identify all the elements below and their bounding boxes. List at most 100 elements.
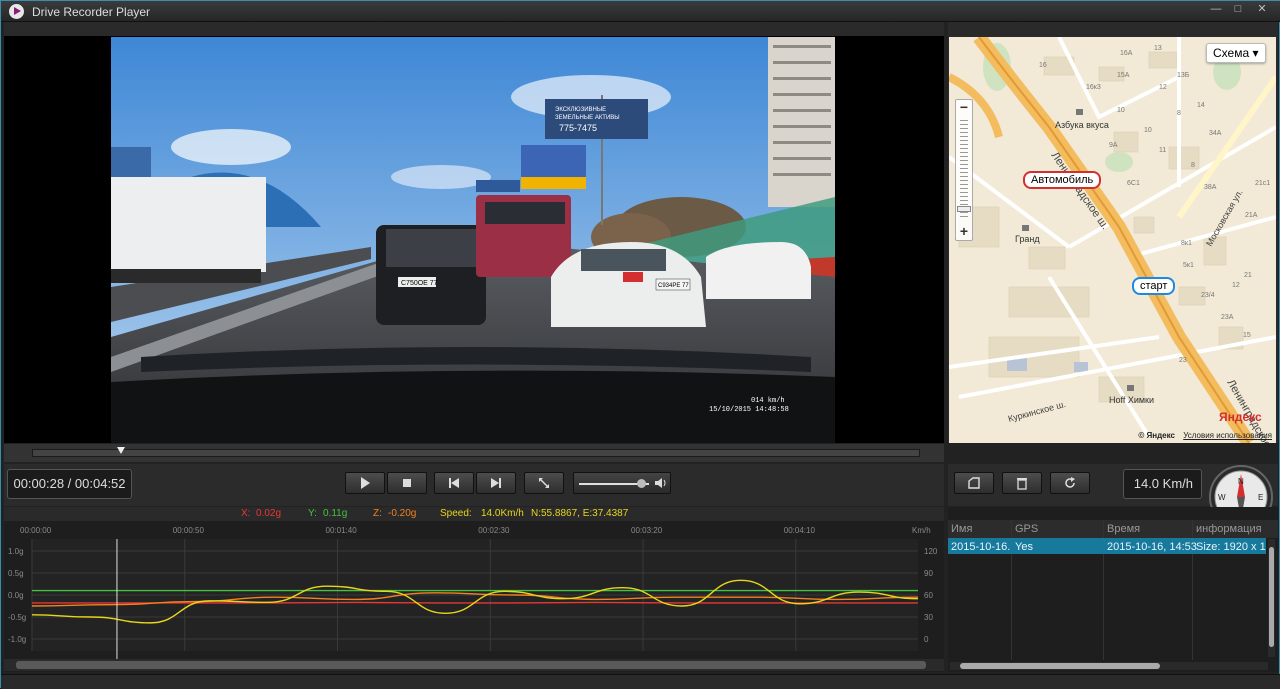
video-panel[interactable]: ЭКСКЛЮЗИВНЫЕ ЗЕМЕЛЬНЫЕ АКТИВЫ 775-7475 С… (4, 22, 944, 443)
speed-value: 14.0Km/h (481, 508, 524, 519)
zoom-knob[interactable] (957, 206, 971, 212)
z-value: -0.20g (388, 508, 416, 519)
previous-button[interactable] (434, 472, 474, 494)
billboard-text-1: ЭКСКЛЮЗИВНЫЕ (555, 107, 606, 113)
house-number: 15А (1117, 72, 1130, 79)
billboard-phone: 775-7475 (559, 123, 597, 133)
prev-icon (447, 476, 461, 490)
file-list-vscroll[interactable] (1268, 539, 1275, 657)
speaker-icon[interactable] (654, 476, 668, 490)
house-number: 34А (1209, 130, 1222, 137)
shop-icon (1076, 109, 1083, 115)
folder-save-icon (967, 476, 981, 490)
map-terms-link[interactable]: Условия использования (1183, 431, 1272, 440)
seek-bar[interactable] (4, 444, 944, 462)
play-button[interactable] (345, 472, 385, 494)
zoom-in-button[interactable]: + (956, 224, 972, 240)
map-copyright: © Яндекс (1138, 431, 1175, 440)
volume-control[interactable] (573, 472, 671, 494)
fullscreen-button[interactable] (524, 472, 564, 494)
left-tick-label: 0.0g (8, 591, 24, 600)
z-label: Z: (373, 508, 382, 519)
poi-azbuka-vkusa: Азбука вкуса (1055, 120, 1109, 130)
app-window: Drive Recorder Player — □ ✕ (0, 0, 1280, 688)
zoom-out-button[interactable]: − (956, 100, 972, 116)
car-marker[interactable]: Автомобиль (1023, 171, 1101, 189)
left-tick-label: -0.5g (8, 613, 26, 622)
house-number: 14 (1197, 102, 1205, 109)
video-frame[interactable]: ЭКСКЛЮЗИВНЫЕ ЗЕМЕЛЬНЫЕ АКТИВЫ 775-7475 С… (111, 37, 835, 443)
map-zoom-control[interactable]: − + (955, 99, 973, 241)
house-number: 16 (1039, 62, 1047, 69)
right-tick-label: 120 (924, 547, 938, 556)
right-tick-label: 60 (924, 591, 933, 600)
osd-datetime: 15/10/2015 14:48:58 (709, 406, 789, 414)
sensor-graph-panel: X: 0.02g Y: 0.11g Z: -0.20g Speed: 14.0K… (4, 507, 944, 672)
app-logo-icon (9, 4, 24, 19)
map-footer: © Яндекс Условия использования (1138, 431, 1272, 440)
right-tick-label: 90 (924, 569, 933, 578)
seek-track[interactable] (32, 449, 920, 457)
map-type-select[interactable]: Схема ▾ (1206, 43, 1266, 63)
time-tick-label: 00:04:10 (784, 526, 816, 535)
col-header-info[interactable]: информация (1196, 523, 1262, 535)
y-value: 0.11g (323, 508, 347, 519)
hscroll-thumb[interactable] (960, 663, 1160, 669)
stop-button[interactable] (387, 472, 427, 494)
house-number: 6С1 (1127, 180, 1140, 187)
osd-speed: 014 km/h (751, 397, 785, 405)
delete-button[interactable] (1002, 472, 1042, 494)
graph-scrollbar[interactable] (4, 659, 944, 671)
next-button[interactable] (476, 472, 516, 494)
vscroll-thumb[interactable] (1269, 547, 1274, 647)
plate-car: С934РЕ 77 (658, 283, 689, 289)
x-label: X: (241, 508, 250, 519)
close-button[interactable]: ✕ (1251, 3, 1273, 17)
compass-e: E (1258, 493, 1263, 502)
map-image: Ленинградское ш. Куркинское ш. Московска… (949, 37, 1276, 443)
col-header-time[interactable]: Время (1107, 523, 1140, 535)
row-gps: Yes (1015, 541, 1033, 553)
status-bar (1, 674, 1280, 689)
house-number: 38А (1204, 184, 1217, 191)
compass-w: W (1218, 493, 1226, 502)
file-list-row[interactable]: 2015-10-16... Yes 2015-10-16, 14:53 Size… (948, 538, 1266, 554)
file-list-hscroll[interactable] (950, 662, 1268, 670)
plate-van: С750ОЕ 77 (401, 280, 438, 287)
trash-icon (1015, 476, 1029, 490)
time-display: 00:00:28 / 00:04:52 (7, 469, 132, 499)
refresh-button[interactable] (1050, 472, 1090, 494)
row-info: Size: 1920 x 108 (1196, 541, 1266, 553)
play-icon (358, 476, 372, 490)
save-clip-button[interactable] (954, 472, 994, 494)
row-time: 2015-10-16, 14:53 (1107, 541, 1197, 553)
playback-controls: 00:00:28 / 00:04:52 (4, 464, 944, 506)
maximize-button[interactable]: □ (1227, 3, 1249, 17)
video-panel-header (4, 22, 944, 36)
col-header-name[interactable]: Имя (951, 523, 972, 535)
col-header-gps[interactable]: GPS (1015, 523, 1038, 535)
map-view[interactable]: Ленинградское ш. Куркинское ш. Московска… (949, 37, 1276, 443)
gps-coords: N:55.8867, E:37.4387 (531, 508, 628, 519)
left-tick-label: -1.0g (8, 635, 26, 644)
graph-scroll-thumb[interactable] (16, 661, 926, 669)
house-number: 21с1 (1255, 180, 1270, 187)
refresh-icon (1063, 476, 1077, 490)
house-number: 21А (1245, 212, 1258, 219)
sensor-chart[interactable]: 00:00:0000:00:5000:01:4000:02:3000:03:20… (4, 521, 944, 673)
house-number: 8 (1191, 162, 1195, 169)
zoom-scale[interactable] (960, 120, 968, 220)
seek-thumb[interactable] (117, 447, 125, 454)
next-icon (489, 476, 503, 490)
right-tick-label: 30 (924, 613, 933, 622)
right-axis-unit: Km/h (912, 526, 931, 535)
file-list-panel: Имя GPS Время информация 2015-10-16... Y… (948, 507, 1278, 672)
volume-knob[interactable] (637, 479, 646, 488)
house-number: 23 (1179, 357, 1187, 364)
start-marker[interactable]: старт (1132, 277, 1175, 295)
window-title: Drive Recorder Player (32, 5, 150, 19)
minimize-button[interactable]: — (1205, 3, 1227, 17)
row-name: 2015-10-16... (951, 541, 1011, 553)
speed-display: 14.0 Km/h (1123, 469, 1202, 499)
time-tick-label: 00:02:30 (478, 526, 510, 535)
